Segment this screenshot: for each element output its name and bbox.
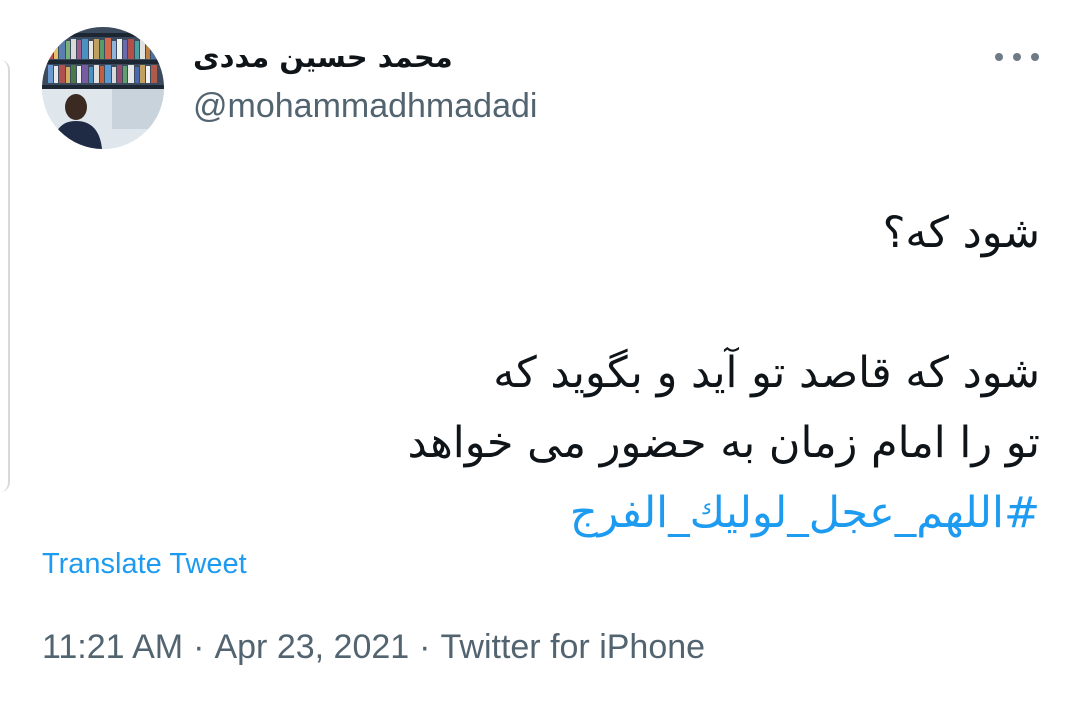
more-dot [1013,53,1021,61]
tweet-time[interactable]: 11:21 AM [42,628,183,666]
avatar-image [42,27,164,149]
more-dot [1031,53,1039,61]
tweet-source-link[interactable]: Twitter for iPhone [441,628,706,666]
tweet-text: شود که؟ شود که قاصد تو آید و بگوید که تو… [140,198,1041,548]
tweet-hashtag-link[interactable]: #اللهم_عجل_لوليك_الفرج [140,478,1040,548]
tweet-line: شود که؟ [882,208,1040,258]
more-horizontal-icon[interactable] [995,42,1039,72]
avatar[interactable] [42,27,164,149]
meta-separator: · [419,628,431,666]
more-dot [995,53,1003,61]
tweet-metadata: 11:21 AM · Apr 23, 2021 · Twitter for iPhone [42,628,705,667]
card-edge-divider [0,60,10,492]
tweet-line: شود که قاصد تو آید و بگوید که [493,348,1040,398]
author-handle[interactable]: @mohammadhmadadi [193,87,537,126]
tweet-date[interactable]: Apr 23, 2021 [214,628,409,666]
translate-tweet-link[interactable]: Translate Tweet [42,548,247,581]
tweet-line: تو را امام زمان به حضور می خواهد [407,418,1041,468]
author-display-name[interactable]: محمد حسین مددی [193,40,453,74]
meta-separator: · [193,628,205,666]
